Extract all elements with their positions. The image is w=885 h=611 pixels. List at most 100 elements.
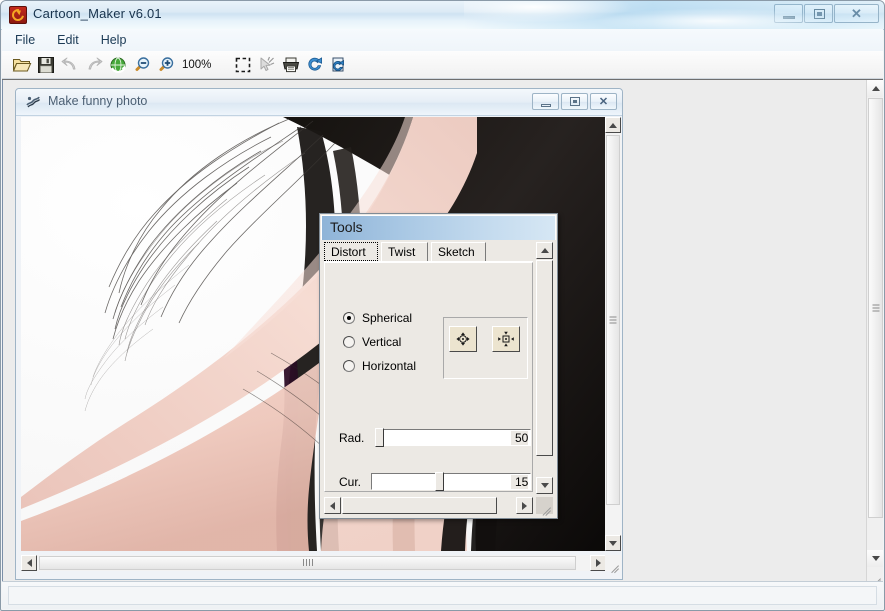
- tools-panel-title: Tools: [330, 219, 363, 235]
- tools-resize-grip[interactable]: [539, 500, 552, 516]
- window-caption-buttons: ✕: [774, 4, 879, 23]
- zoom-out-button[interactable]: [130, 53, 154, 77]
- undo-button[interactable]: [58, 53, 82, 77]
- window-title: Cartoon_Maker v6.01: [33, 6, 162, 21]
- tools-tab-strip: Distort Twist Sketch: [324, 242, 533, 262]
- radio-horizontal[interactable]: Horizontal: [343, 359, 416, 373]
- tools-vertical-scrollbar[interactable]: [536, 242, 553, 494]
- folder-open-icon: [12, 58, 32, 71]
- mdi-client-area: Make funny photo ✕ Tools Distort Twist S…: [2, 79, 883, 582]
- child-close-button[interactable]: ✕: [590, 93, 617, 110]
- tab-distort[interactable]: Distort: [324, 242, 378, 261]
- child-scroll-left-button[interactable]: [21, 555, 37, 571]
- save-file-button[interactable]: [34, 53, 58, 77]
- main-scrollbar-thumb[interactable]: [868, 98, 883, 518]
- title-bar: Cartoon_Maker v6.01 ✕: [1, 1, 884, 30]
- child-maximize-button[interactable]: [561, 93, 588, 110]
- toolbar: 100%: [2, 51, 883, 79]
- expand-outward-button[interactable]: [449, 326, 477, 352]
- redo-button[interactable]: [82, 53, 106, 77]
- menu-bar: File Edit Help: [2, 29, 883, 52]
- minimize-button[interactable]: [774, 4, 803, 23]
- radio-dot-horizontal-icon: [343, 360, 355, 372]
- child-horizontal-scrollbar[interactable]: [21, 555, 606, 571]
- tools-scroll-up-button[interactable]: [536, 242, 553, 259]
- child-vertical-scrollbar[interactable]: [605, 117, 621, 551]
- menu-item-file[interactable]: File: [6, 31, 44, 49]
- arrows-inward-icon: [498, 331, 514, 347]
- child-resize-grip[interactable]: [607, 557, 620, 574]
- slider-thumb-rad[interactable]: [375, 428, 384, 447]
- open-file-button[interactable]: [10, 53, 34, 77]
- photo-tool-icon: [25, 94, 41, 110]
- child-scroll-down-button[interactable]: [605, 535, 621, 551]
- app-refresh-icon: [9, 6, 27, 24]
- tools-panel-body: Distort Twist Sketch Spherical Vertical: [322, 240, 555, 517]
- chevron-up-icon: [609, 122, 617, 128]
- tab-sketch[interactable]: Sketch: [431, 242, 486, 261]
- eyedropper-button[interactable]: [255, 53, 279, 77]
- dashed-selection-icon: [236, 57, 251, 72]
- blue-refresh-icon: [308, 56, 323, 71]
- child-vscroll-thumb[interactable]: [606, 135, 620, 505]
- radio-label-vertical: Vertical: [362, 335, 402, 349]
- slider-track-cur[interactable]: [371, 473, 531, 490]
- child-scroll-right-button[interactable]: [590, 555, 606, 571]
- tools-resize-corner[interactable]: [536, 497, 553, 516]
- scroll-down-button[interactable]: [867, 550, 883, 567]
- radio-dot-spherical-icon: [343, 312, 355, 324]
- chevron-up-icon: [871, 86, 880, 91]
- slider-value-cur: 15: [511, 475, 529, 489]
- globe-refresh-icon: [110, 57, 126, 73]
- tools-scroll-left-button[interactable]: [324, 497, 341, 514]
- tools-panel-titlebar[interactable]: Tools: [321, 215, 556, 240]
- scroll-up-button[interactable]: [867, 80, 883, 97]
- child-window-title: Make funny photo: [48, 94, 148, 108]
- chevron-up-icon: [540, 248, 549, 253]
- radio-label-spherical: Spherical: [362, 311, 413, 325]
- blue-document-icon: [332, 57, 345, 71]
- export-button[interactable]: [327, 53, 351, 77]
- child-caption-buttons: ✕: [532, 93, 617, 110]
- reload-button[interactable]: [303, 53, 327, 77]
- distort-tab-panel: Spherical Vertical Horizontal Rad. 50 Cu…: [324, 262, 533, 492]
- zoom-level-label: 100%: [182, 58, 212, 71]
- select-region-button[interactable]: [231, 53, 255, 77]
- arrows-outward-icon: [456, 332, 470, 346]
- contract-inward-button[interactable]: [492, 326, 520, 352]
- maximize-button[interactable]: [804, 4, 833, 23]
- floppy-disk-icon: [38, 56, 54, 73]
- application-window: Cartoon_Maker v6.01 ✕ File Edit Help 100…: [0, 0, 885, 611]
- tools-horizontal-scrollbar[interactable]: [324, 497, 533, 514]
- main-vertical-scrollbar[interactable]: [866, 80, 883, 582]
- chevron-left-icon: [26, 559, 32, 567]
- child-title-bar: Make funny photo ✕: [16, 89, 622, 116]
- menu-item-edit[interactable]: Edit: [48, 31, 88, 49]
- tools-panel: Tools Distort Twist Sketch Spherical Ver…: [319, 213, 558, 519]
- tools-scroll-right-button[interactable]: [516, 497, 533, 514]
- close-button[interactable]: ✕: [834, 4, 879, 23]
- radio-vertical[interactable]: Vertical: [343, 335, 401, 349]
- tab-twist[interactable]: Twist: [381, 242, 428, 261]
- tools-vscroll-thumb[interactable]: [536, 260, 553, 456]
- child-minimize-button[interactable]: [532, 93, 559, 110]
- child-scroll-up-button[interactable]: [605, 117, 621, 133]
- tools-scroll-down-button[interactable]: [536, 477, 553, 494]
- slider-label-cur: Cur.: [339, 475, 362, 489]
- redo-arrow-icon: [88, 57, 103, 69]
- radio-dot-vertical-icon: [343, 336, 355, 348]
- status-bar-panel: [8, 586, 877, 605]
- refresh-button[interactable]: [106, 53, 130, 77]
- tools-hscroll-thumb[interactable]: [342, 497, 497, 514]
- chevron-down-icon: [540, 483, 549, 488]
- radio-spherical[interactable]: Spherical: [343, 311, 412, 325]
- menu-item-help[interactable]: Help: [92, 31, 136, 49]
- zoom-in-button[interactable]: [154, 53, 178, 77]
- slider-value-rad: 50: [511, 431, 529, 445]
- child-hscroll-thumb[interactable]: [39, 556, 576, 570]
- printer-icon: [283, 57, 300, 72]
- print-button[interactable]: [279, 53, 303, 77]
- chevron-down-icon: [609, 540, 617, 546]
- slider-track-rad[interactable]: [375, 429, 531, 446]
- slider-thumb-cur[interactable]: [435, 472, 444, 491]
